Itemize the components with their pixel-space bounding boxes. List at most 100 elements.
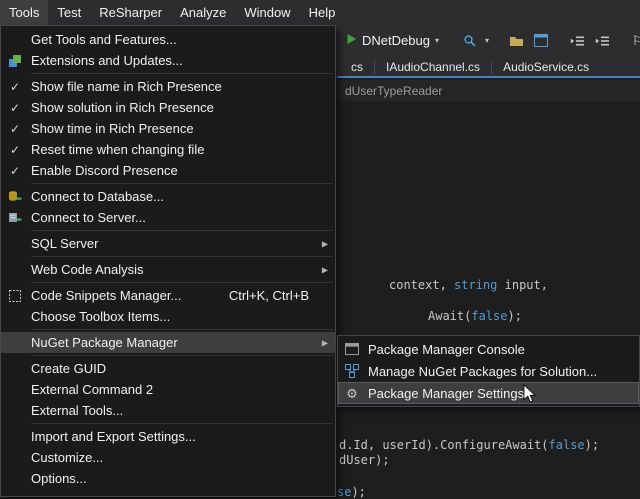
menu-separator [31,183,333,184]
menu-bar: Tools Test ReSharper Analyze Window Help [0,0,640,25]
tools-menu-panel: Get Tools and Features... Extensions and… [0,25,336,497]
tab-partial[interactable]: cs [340,56,374,78]
menu-item-label: Show file name in Rich Presence [29,79,222,94]
chevron-down-icon: ▾ [435,37,439,45]
menubar-item-help[interactable]: Help [300,0,345,25]
menu-separator [31,423,333,424]
code-token: ); [585,438,599,452]
manage-packages-icon [338,364,366,378]
menu-item-show-file-name[interactable]: ✓ Show file name in Rich Presence [1,76,335,97]
menu-item-extensions-and-updates[interactable]: Extensions and Updates... [1,50,335,71]
code-token: false [549,438,585,452]
menu-item-label: Connect to Database... [29,189,164,204]
indent-decrease-button[interactable] [568,33,587,49]
code-token: d.Id, userId).ConfigureAwait( [339,438,549,452]
submenu-item-package-manager-console[interactable]: Package Manager Console [338,338,639,360]
menu-separator [31,355,333,356]
menu-item-label: Connect to Server... [29,210,146,225]
menu-item-show-solution[interactable]: ✓ Show solution in Rich Presence [1,97,335,118]
checkmark-icon: ✓ [1,123,29,135]
menu-item-label: Web Code Analysis [29,262,144,277]
menubar-item-label: Help [309,5,336,20]
tab-iaudiochannel[interactable]: IAudioChannel.cs [375,56,491,78]
menu-item-customize[interactable]: Customize... [1,447,335,468]
menu-item-label: Code Snippets Manager... [29,288,181,303]
search-button[interactable] [461,32,479,50]
open-folder-button[interactable] [507,32,526,49]
menu-item-label: Get Tools and Features... [29,32,177,47]
code-token: context, [389,278,454,292]
submenu-arrow-icon: ▶ [322,265,328,274]
snippets-icon [1,289,29,303]
code-token: false [471,309,507,323]
menubar-item-analyze[interactable]: Analyze [171,0,235,25]
menu-item-import-export-settings[interactable]: Import and Export Settings... [1,426,335,447]
menu-item-sql-server[interactable]: SQL Server ▶ [1,233,335,254]
code-token: Await( [428,309,471,323]
menu-item-label: Import and Export Settings... [29,429,196,444]
menu-item-create-guid[interactable]: Create GUID [1,358,335,379]
submenu-arrow-icon: ▶ [322,338,328,347]
menu-separator [31,329,333,330]
submenu-item-label: Manage NuGet Packages for Solution... [366,364,597,379]
submenu-item-manage-nuget-packages[interactable]: Manage NuGet Packages for Solution... [338,360,639,382]
submenu-item-label: Package Manager Settings [366,386,524,401]
menu-separator [31,73,333,74]
menu-item-choose-toolbox-items[interactable]: Choose Toolbox Items... [1,306,335,327]
menu-item-nuget-package-manager[interactable]: NuGet Package Manager ▶ [1,332,335,353]
menu-item-get-tools-and-features[interactable]: Get Tools and Features... [1,29,335,50]
menu-separator [31,282,333,283]
menu-item-label: Show time in Rich Presence [29,121,194,136]
menu-item-connect-to-database[interactable]: Connect to Database... [1,186,335,207]
bookmark-icon[interactable]: ⚐ [630,32,640,49]
play-icon [346,33,357,48]
indent-increase-button[interactable] [593,33,612,49]
menu-item-label: Options... [29,471,87,486]
menu-separator [31,256,333,257]
menubar-item-test[interactable]: Test [48,0,90,25]
menu-item-options[interactable]: Options... [1,468,335,489]
code-line: d.Id, userId).ConfigureAwait(false); [339,438,599,452]
menu-item-shortcut: Ctrl+K, Ctrl+B [229,288,327,303]
menu-item-label: Extensions and Updates... [29,53,183,68]
menu-item-label: External Tools... [29,403,123,418]
menu-item-connect-to-server[interactable]: Connect to Server... [1,207,335,228]
mouse-cursor [523,384,537,404]
menu-item-show-time[interactable]: ✓ Show time in Rich Presence [1,118,335,139]
submenu-item-package-manager-settings[interactable]: ⚙ Package Manager Settings [338,382,639,404]
menubar-item-label: Test [57,5,81,20]
tab-label: cs [351,60,363,74]
menu-item-reset-time[interactable]: ✓ Reset time when changing file [1,139,335,160]
menu-item-external-tools[interactable]: External Tools... [1,400,335,421]
menu-item-enable-discord-presence[interactable]: ✓ Enable Discord Presence [1,160,335,181]
menu-item-code-snippets-manager[interactable]: Code Snippets Manager... Ctrl+K, Ctrl+B [1,285,335,306]
breadcrumb-type-name: dUserTypeReader [345,84,442,98]
code-line: dUser); [339,453,390,467]
database-connect-icon [1,190,29,204]
checkmark-glyph: ✓ [10,165,20,177]
menu-item-label: NuGet Package Manager [29,335,178,350]
checkmark-icon: ✓ [1,102,29,114]
new-window-button[interactable] [532,32,550,49]
navigation-bar[interactable]: dUserTypeReader [337,80,640,101]
menubar-item-tools[interactable]: Tools [0,0,48,25]
checkmark-glyph: ✓ [10,102,20,114]
code-token: string [454,278,497,292]
checkmark-icon: ✓ [1,81,29,93]
menu-separator [31,230,333,231]
tab-audioservice[interactable]: AudioService.cs [492,56,600,78]
menu-item-external-command-2[interactable]: External Command 2 [1,379,335,400]
menubar-item-resharper[interactable]: ReSharper [90,0,171,25]
menu-item-label: Show solution in Rich Presence [29,100,214,115]
checkmark-icon: ✓ [1,165,29,177]
menubar-item-window[interactable]: Window [235,0,299,25]
chevron-down-icon[interactable]: ▾ [485,37,489,45]
extensions-icon [1,54,29,68]
server-connect-icon [1,211,29,225]
menu-item-label: Choose Toolbox Items... [29,309,170,324]
menu-item-web-code-analysis[interactable]: Web Code Analysis ▶ [1,259,335,280]
menubar-item-label: Tools [9,5,39,20]
start-debug-button[interactable]: DNetDebug ▾ [342,31,443,50]
menubar-item-label: Window [244,5,290,20]
menu-item-label: Create GUID [29,361,106,376]
